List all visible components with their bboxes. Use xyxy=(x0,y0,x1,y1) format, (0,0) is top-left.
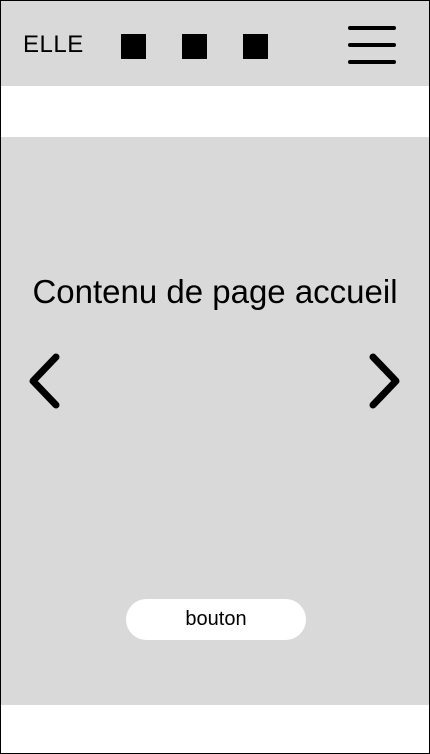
page-title: Contenu de page accueil xyxy=(32,273,398,310)
menu-line xyxy=(348,60,396,64)
logo[interactable]: ELLE xyxy=(23,31,84,59)
menu-line xyxy=(348,26,396,30)
bottom-band xyxy=(1,705,429,753)
chevron-left-icon[interactable] xyxy=(26,351,66,411)
hamburger-menu-icon[interactable] xyxy=(348,25,398,67)
main-content: Contenu de page accueil bouton xyxy=(1,137,429,705)
app-frame: ELLE Contenu de page accueil bouton xyxy=(0,0,430,754)
chevron-right-icon[interactable] xyxy=(363,351,403,411)
menu-line xyxy=(348,43,396,47)
square-icon-1[interactable] xyxy=(121,34,146,59)
square-icon-2[interactable] xyxy=(182,34,207,59)
header: ELLE xyxy=(1,1,429,86)
square-icon-3[interactable] xyxy=(243,34,268,59)
main-button[interactable]: bouton xyxy=(126,599,306,640)
top-band xyxy=(1,86,429,137)
